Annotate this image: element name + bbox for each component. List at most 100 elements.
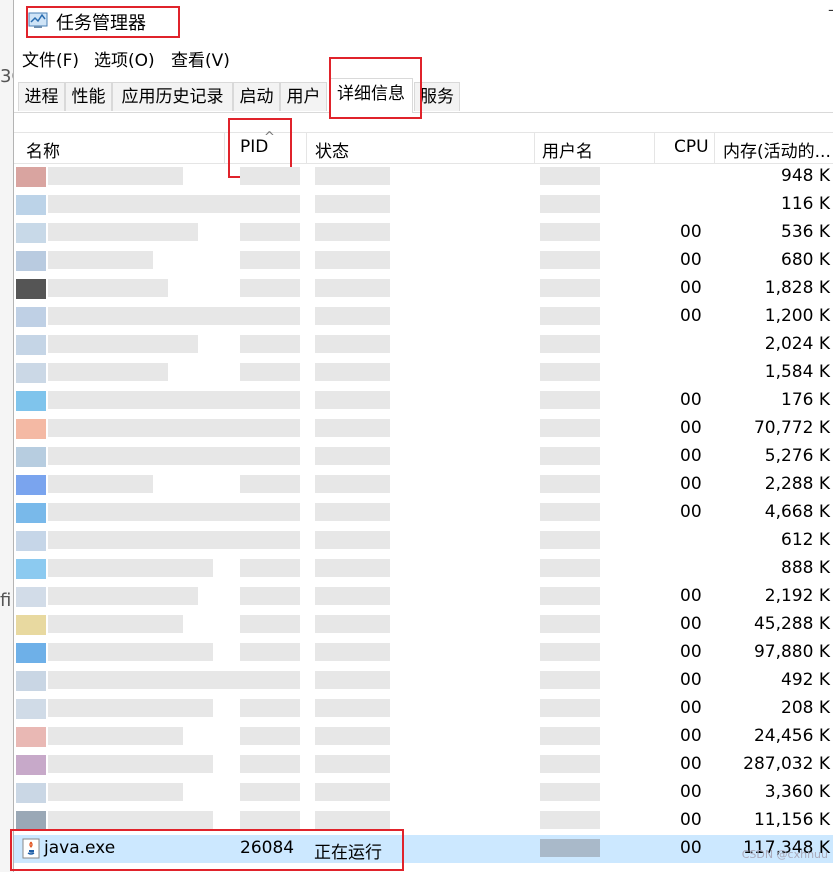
column-header-row: 名称 PID ^ 状态 用户名 CPU 内存(活动的... <box>14 130 833 164</box>
redacted-username <box>540 727 600 745</box>
process-row[interactable]: 00 11,156 K <box>14 807 833 835</box>
tab-details[interactable]: 详细信息 <box>329 78 413 113</box>
process-memory: 888 K <box>781 558 830 578</box>
redacted-username <box>540 167 600 185</box>
process-memory: 4,668 K <box>764 502 830 522</box>
sort-ascending-icon: ^ <box>264 130 275 145</box>
menu-bar: 文件(F) 选项(O) 查看(V) <box>14 46 833 74</box>
task-manager-window: 任务管理器 – 文件(F) 选项(O) 查看(V) 进程 性能 应用历史记录 启… <box>10 0 833 872</box>
process-row[interactable]: 00 492 K <box>14 667 833 695</box>
redacted-process-name <box>48 559 213 577</box>
process-cpu: 00 <box>680 222 702 242</box>
redacted-status <box>315 447 390 465</box>
process-memory: 1,584 K <box>764 362 830 382</box>
redacted-process-name <box>48 223 198 241</box>
tab-performance[interactable]: 性能 <box>65 82 112 111</box>
process-cpu: 00 <box>680 306 702 326</box>
redacted-status <box>315 167 390 185</box>
process-memory: 97,880 K <box>753 642 830 662</box>
menu-file[interactable]: 文件(F) <box>22 46 79 71</box>
redacted-status <box>315 363 390 381</box>
process-cpu: 00 <box>680 698 702 718</box>
process-row[interactable]: 00 5,276 K <box>14 443 833 471</box>
process-row[interactable]: 00 97,880 K <box>14 639 833 667</box>
process-pid: 26084 <box>240 838 295 858</box>
redacted-username <box>540 251 600 269</box>
process-row[interactable]: 00 1,200 K <box>14 303 833 331</box>
process-cpu: 00 <box>680 670 702 690</box>
tab-app-history[interactable]: 应用历史记录 <box>112 82 233 111</box>
process-memory: 208 K <box>781 698 830 718</box>
process-row[interactable]: 00 287,032 K <box>14 751 833 779</box>
title-bar[interactable]: 任务管理器 – <box>14 0 833 42</box>
redacted-pid <box>240 755 300 773</box>
process-row[interactable]: 00 70,772 K <box>14 415 833 443</box>
process-cpu: 00 <box>680 418 702 438</box>
process-icon <box>16 447 46 467</box>
tab-processes[interactable]: 进程 <box>18 82 65 111</box>
redacted-status <box>315 783 390 801</box>
process-row[interactable]: 2,024 K <box>14 331 833 359</box>
process-memory: 612 K <box>781 530 830 550</box>
column-divider[interactable] <box>534 133 535 163</box>
minimize-button[interactable]: – <box>828 0 833 19</box>
column-divider[interactable] <box>714 133 715 163</box>
redacted-username <box>540 699 600 717</box>
process-row[interactable]: 00 24,456 K <box>14 723 833 751</box>
process-row[interactable]: 116 K <box>14 191 833 219</box>
process-memory: 45,288 K <box>753 614 830 634</box>
process-name: java.exe <box>44 838 116 858</box>
process-cpu: 00 <box>680 474 702 494</box>
redacted-process-name <box>48 419 243 437</box>
process-cpu: 00 <box>680 614 702 634</box>
tab-bar: 进程 性能 应用历史记录 启动 用户 详细信息 服务 <box>14 78 833 113</box>
redacted-username <box>540 419 600 437</box>
tab-startup[interactable]: 启动 <box>233 82 280 111</box>
process-row[interactable]: 00 45,288 K <box>14 611 833 639</box>
process-memory: 11,156 K <box>753 810 830 830</box>
column-divider[interactable] <box>654 133 655 163</box>
process-row[interactable]: 948 K <box>14 163 833 191</box>
redacted-username <box>540 559 600 577</box>
redacted-process-name <box>48 251 153 269</box>
redacted-process-name <box>48 363 168 381</box>
process-row[interactable]: 00 2,192 K <box>14 583 833 611</box>
redacted-process-name <box>48 391 258 409</box>
column-divider[interactable] <box>306 133 307 163</box>
process-row[interactable]: 00 176 K <box>14 387 833 415</box>
process-row[interactable]: 888 K <box>14 555 833 583</box>
process-row[interactable]: 612 K <box>14 527 833 555</box>
process-row[interactable]: 00 3,360 K <box>14 779 833 807</box>
column-header-status[interactable]: 状态 <box>315 137 349 162</box>
redacted-username <box>540 643 600 661</box>
process-row[interactable]: 00 1,828 K <box>14 275 833 303</box>
column-header-username[interactable]: 用户名 <box>542 137 593 162</box>
column-header-cpu[interactable]: CPU <box>674 137 709 157</box>
redacted-process-name <box>48 503 243 521</box>
menu-options[interactable]: 选项(O) <box>94 46 155 71</box>
column-header-memory[interactable]: 内存(活动的... <box>723 137 831 162</box>
process-cpu: 00 <box>680 278 702 298</box>
process-row[interactable]: 00 680 K <box>14 247 833 275</box>
process-icon <box>16 195 46 215</box>
menu-view[interactable]: 查看(V) <box>171 46 230 71</box>
redacted-pid <box>240 727 300 745</box>
column-header-name[interactable]: 名称 <box>26 137 60 162</box>
process-row[interactable]: 1,584 K <box>14 359 833 387</box>
process-row-java[interactable]: java.exe 26084 正在运行 00 117,348 K <box>14 835 833 863</box>
process-row[interactable]: 00 4,668 K <box>14 499 833 527</box>
process-icon <box>16 643 46 663</box>
tab-services[interactable]: 服务 <box>414 82 460 111</box>
redacted-process-name <box>48 307 243 325</box>
redacted-username <box>540 839 600 857</box>
process-row[interactable]: 00 536 K <box>14 219 833 247</box>
process-icon <box>16 167 46 187</box>
tab-users[interactable]: 用户 <box>280 82 327 111</box>
redacted-pid <box>240 503 300 521</box>
process-row[interactable]: 00 2,288 K <box>14 471 833 499</box>
redacted-pid <box>240 335 300 353</box>
redacted-status <box>315 503 390 521</box>
process-row[interactable]: 00 208 K <box>14 695 833 723</box>
process-status: 正在运行 <box>314 843 382 863</box>
column-divider[interactable] <box>224 133 225 163</box>
